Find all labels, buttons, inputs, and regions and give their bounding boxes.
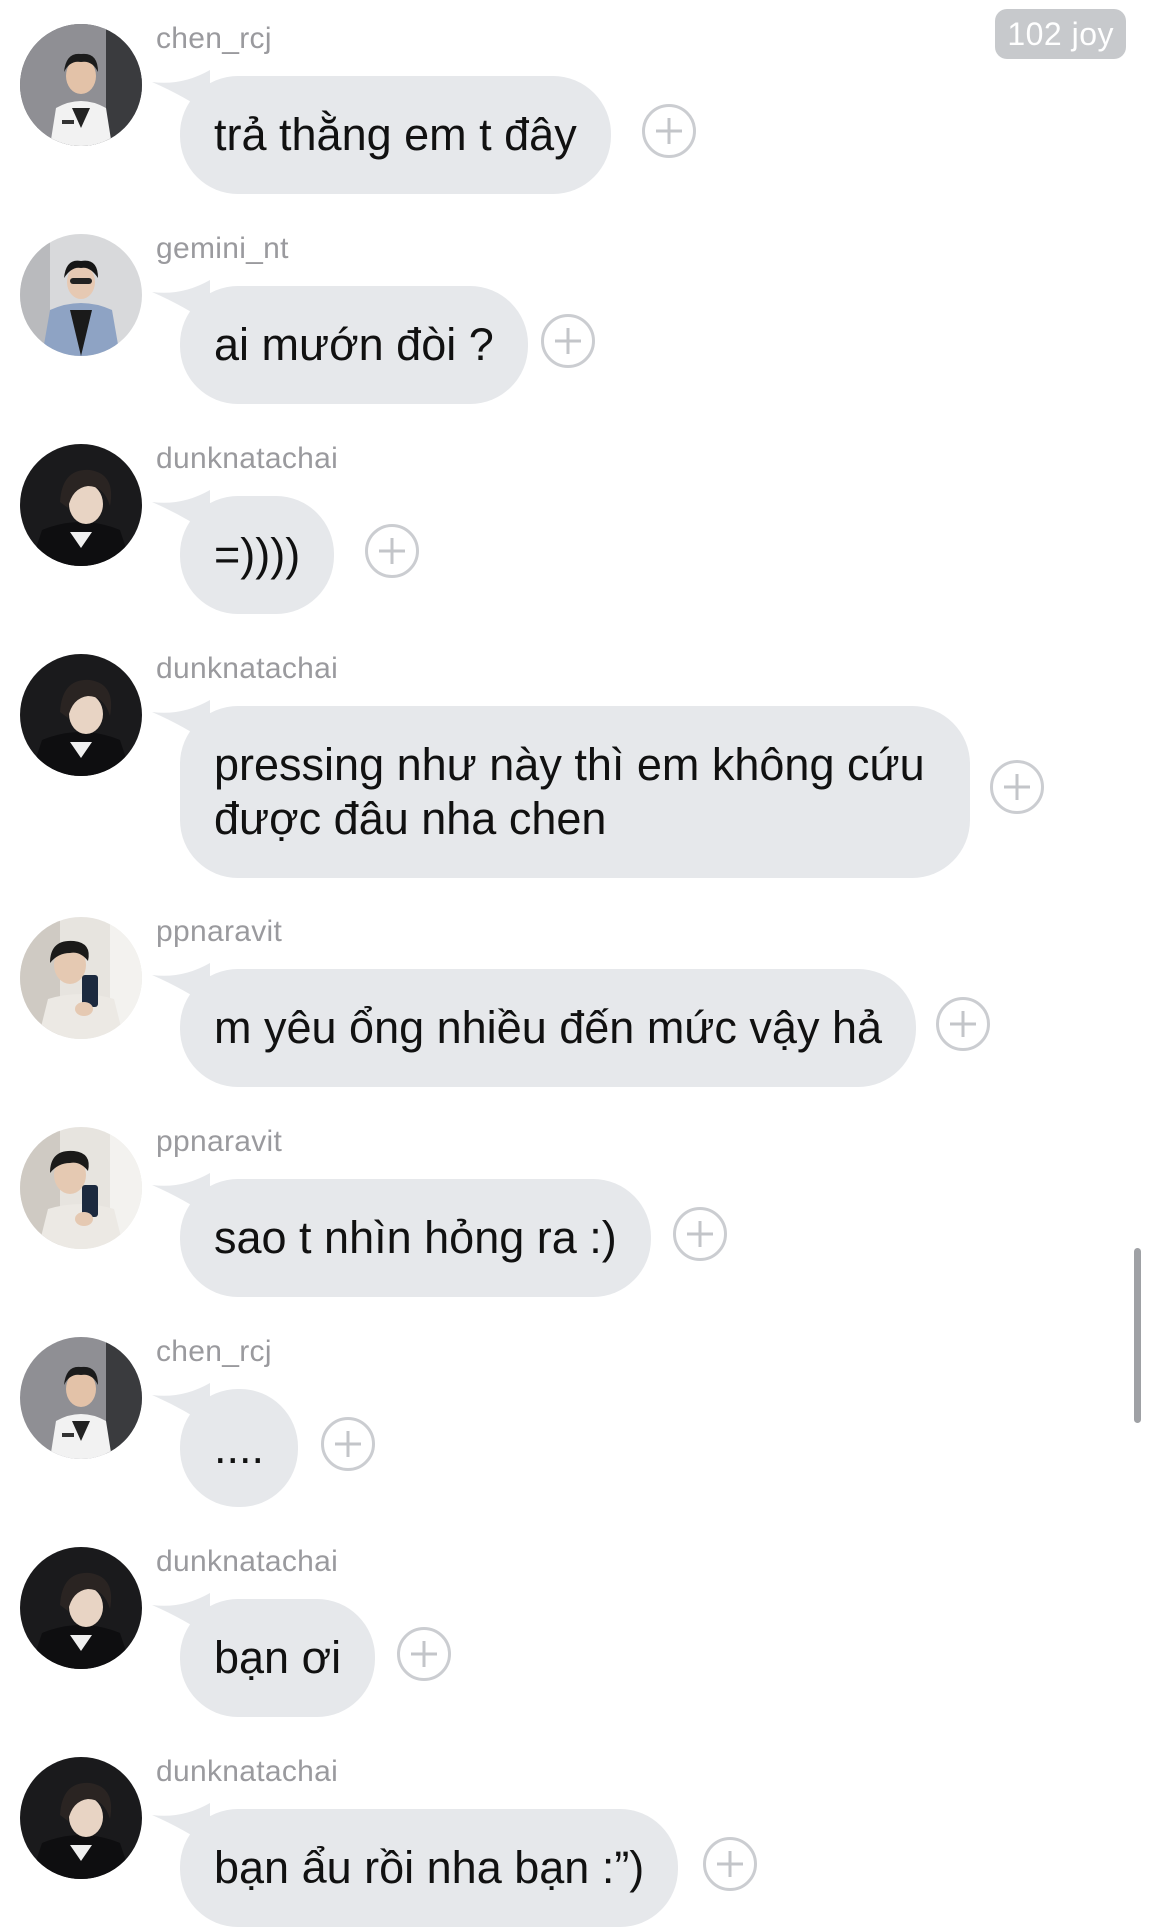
add-reaction-button[interactable] <box>321 1417 375 1471</box>
message-bubble[interactable]: bạn ẩu rồi nha bạn :”) <box>180 1809 679 1927</box>
avatar[interactable] <box>20 917 142 1039</box>
message-bubble[interactable]: .... <box>180 1389 299 1507</box>
avatar[interactable] <box>20 234 142 356</box>
add-reaction-button[interactable] <box>642 104 696 158</box>
message-bubble[interactable]: =)))) <box>180 496 335 614</box>
add-reaction-button[interactable] <box>703 1837 757 1891</box>
avatar[interactable] <box>20 444 142 566</box>
message-bubble[interactable]: pressing như này thì em không cứu được đ… <box>180 706 970 878</box>
username: chen_rcj <box>156 1335 272 1368</box>
avatar-dunk-icon <box>20 1547 142 1669</box>
message-bubble[interactable]: sao t nhìn hỏng ra :) <box>180 1179 651 1297</box>
message-bubble[interactable]: trả thằng em t đây <box>180 76 611 194</box>
avatar-dunk-icon <box>20 444 142 566</box>
add-reaction-button[interactable] <box>990 760 1044 814</box>
add-reaction-button[interactable] <box>541 314 595 368</box>
avatar[interactable] <box>20 1547 142 1669</box>
username: dunknatachai <box>156 1755 339 1788</box>
avatar-chen-icon <box>20 1337 142 1459</box>
add-reaction-button[interactable] <box>936 997 990 1051</box>
avatar-gemini-icon <box>20 234 142 356</box>
message-bubble[interactable]: bạn ơi <box>180 1599 376 1717</box>
message-bubble[interactable]: ai mướn đòi ? <box>180 286 528 404</box>
avatar-dunk-icon <box>20 1757 142 1879</box>
avatar[interactable] <box>20 1337 142 1459</box>
add-reaction-button[interactable] <box>365 524 419 578</box>
avatar-chen-icon <box>20 24 142 146</box>
scrollbar[interactable] <box>1134 1248 1141 1423</box>
avatar-pp-icon <box>20 1127 142 1249</box>
avatar-pp-icon <box>20 917 142 1039</box>
username: chen_rcj <box>156 22 272 55</box>
username: ppnaravit <box>156 915 283 948</box>
avatar[interactable] <box>20 24 142 146</box>
chat-thread[interactable]: 102 joy chen_rcj trả thằng em t đây gemi… <box>0 0 1149 1927</box>
username: dunknatachai <box>156 1545 339 1578</box>
avatar[interactable] <box>20 654 142 776</box>
avatar[interactable] <box>20 1127 142 1249</box>
add-reaction-button[interactable] <box>673 1207 727 1261</box>
reaction-count-badge: 102 joy <box>995 9 1126 59</box>
username: ppnaravit <box>156 1125 283 1158</box>
username: gemini_nt <box>156 232 289 265</box>
message-bubble[interactable]: m yêu ổng nhiều đến mức vậy hả <box>180 969 917 1087</box>
add-reaction-button[interactable] <box>397 1627 451 1681</box>
avatar[interactable] <box>20 1757 142 1879</box>
username: dunknatachai <box>156 442 339 475</box>
username: dunknatachai <box>156 652 339 685</box>
avatar-dunk-icon <box>20 654 142 776</box>
